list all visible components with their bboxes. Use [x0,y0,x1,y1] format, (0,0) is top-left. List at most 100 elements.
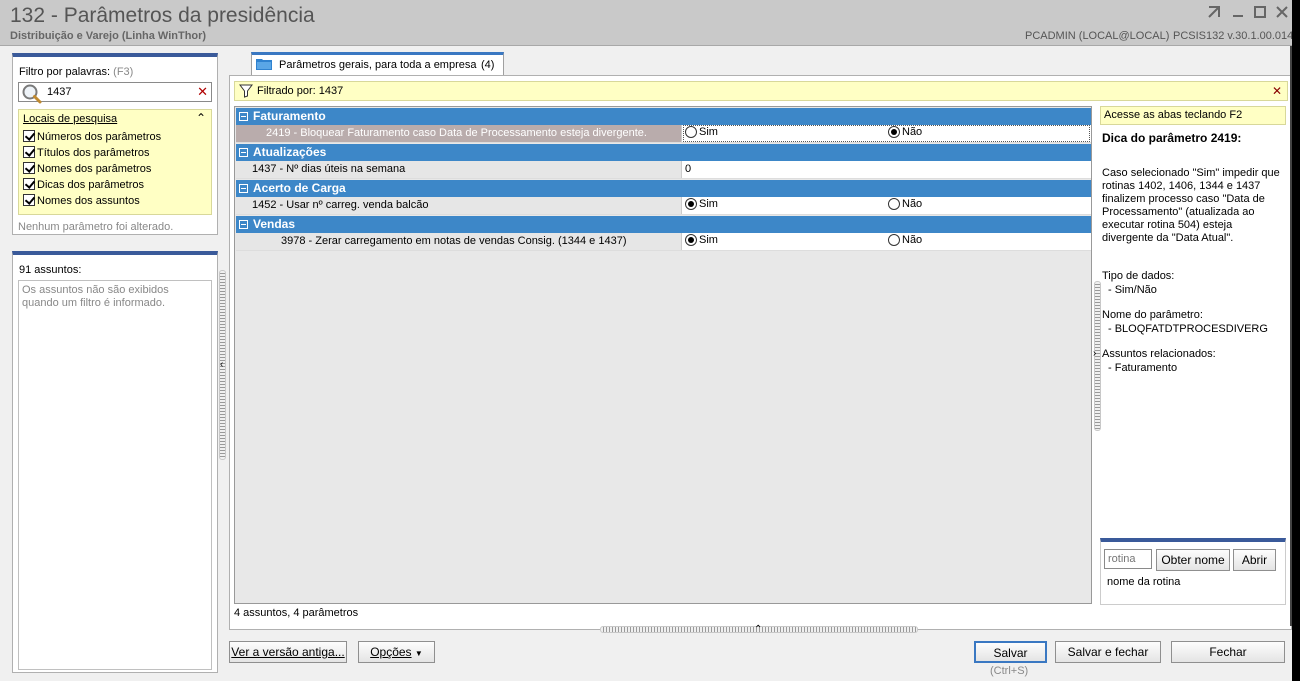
maximize-icon[interactable] [1252,5,1268,21]
collapse-group-icon[interactable] [239,112,248,121]
option-param-titles[interactable]: Títulos dos parâmetros [23,146,150,160]
group-atualizacoes[interactable]: Atualizações [236,144,1091,161]
folder-icon [256,59,272,70]
collapse-up-icon[interactable]: ⌃ [754,624,762,635]
help-title: Dica do parâmetro 2419: [1102,131,1242,145]
checkbox-checked-icon[interactable] [23,130,35,142]
param-label: 3978 - Zerar carregamento em notas de ve… [236,233,682,250]
clear-search-icon[interactable]: ✕ [197,84,208,100]
help-panel: Acesse as abas teclando F2 Dica do parâm… [1100,106,1286,604]
related-subjects-label: Assuntos relacionados: [1102,348,1216,360]
related-subjects-value[interactable]: - Faturamento [1108,362,1177,374]
subjects-count: 91 assuntos: [19,264,82,276]
app-title: 132 - Parâmetros da presidência [10,4,315,27]
version-info: PCSIS132 v.30.1.00.014 [1173,30,1294,42]
user-info: PCADMIN (LOCAL@LOCAL) [1025,30,1170,42]
option-param-names[interactable]: Nomes dos parâmetros [23,162,151,176]
subjects-note: Os assuntos não são exibidos quando um f… [22,284,169,309]
search-input[interactable] [47,85,187,99]
option-param-tips[interactable]: Dicas dos parâmetros [23,178,144,192]
tab-label: Parâmetros gerais, para toda a empresa [279,59,477,71]
selection-focus [683,125,1090,142]
radio-checked-icon[interactable] [685,234,697,246]
options-button[interactable]: Opções ▼ [358,641,435,663]
radio-sim[interactable]: Sim [685,234,718,248]
tab-count: (4) [481,59,495,71]
group-vendas[interactable]: Vendas [236,216,1091,233]
tab-general-params[interactable]: Parâmetros gerais, para toda a empresa (… [251,52,504,76]
radio-nao[interactable]: Não [888,234,922,248]
option-subject-names[interactable]: Nomes dos assuntos [23,194,140,208]
params-content: Filtrado por: 1437 ✕ Faturamento 2419 - … [229,75,1292,630]
option-param-numbers[interactable]: Números dos parâmetros [23,130,161,144]
param-name-label: Nome do parâmetro: [1102,309,1203,321]
filter-label: Filtro por palavras: (F3) [19,66,133,78]
group-faturamento[interactable]: Faturamento [236,108,1091,125]
param-label: 2419 - Bloquear Faturamento caso Data de… [236,125,682,142]
open-button[interactable]: Abrir [1233,549,1276,571]
clear-filter-icon[interactable]: ✕ [1272,84,1282,98]
no-change-status: Nenhum parâmetro foi alterado. [18,221,174,233]
search-locations-title[interactable]: Locais de pesquisa [23,113,117,125]
radio-sim[interactable]: Sim [685,198,718,212]
params-grid: Faturamento 2419 - Bloquear Faturamento … [234,106,1092,604]
close-icon[interactable] [1274,5,1290,21]
param-row-2419[interactable]: 2419 - Bloquear Faturamento caso Data de… [236,125,1091,143]
screen-edge [1292,0,1300,681]
param-row-3978[interactable]: 3978 - Zerar carregamento em notas de ve… [236,233,1091,251]
help-description: Caso selecionado "Sim" impedir que rotin… [1102,167,1280,244]
group-acerto-de-carga[interactable]: Acerto de Carga [236,180,1091,197]
checkbox-checked-icon[interactable] [23,178,35,190]
minimize-icon[interactable] [1230,5,1246,21]
checkbox-checked-icon[interactable] [23,162,35,174]
subjects-list[interactable]: Os assuntos não são exibidos quando um f… [18,280,212,670]
subjects-panel: 91 assuntos: Os assuntos não são exibido… [12,251,218,673]
collapse-group-icon[interactable] [239,184,248,193]
app-window: 132 - Parâmetros da presidência Distribu… [0,0,1294,681]
save-close-button[interactable]: Salvar e fechar [1055,641,1161,663]
rotina-caption: nome da rotina [1107,576,1181,588]
help-banner: Acesse as abas teclando F2 [1100,106,1286,125]
radio-sim[interactable]: Sim [685,126,718,140]
radio-unchecked-icon[interactable] [888,234,900,246]
param-row-1437[interactable]: 1437 - Nº dias úteis na semana 0 [236,161,1091,179]
filter-panel: Filtro por palavras: (F3) ✕ Locais de pe… [12,53,218,235]
funnel-icon [239,84,253,98]
save-shortcut-hint: (Ctrl+S) [990,665,1029,677]
param-row-1452[interactable]: 1452 - Usar nº carreg. venda balcão Sim … [236,197,1091,215]
customize-icon[interactable] [1206,5,1222,21]
radio-unchecked-icon[interactable] [888,198,900,210]
expand-right-icon[interactable]: › [1093,348,1096,359]
get-name-button[interactable]: Obter nome [1156,549,1230,571]
save-button[interactable]: Salvar [974,641,1047,663]
old-version-button[interactable]: Ver a versão antiga... [229,641,347,663]
filter-banner: Filtrado por: 1437 ✕ [234,81,1288,101]
grid-status: 4 assuntos, 4 parâmetros [234,607,359,619]
rotina-input[interactable] [1104,549,1152,569]
close-button[interactable]: Fechar [1171,641,1285,663]
checkbox-checked-icon[interactable] [23,146,35,158]
search-locations-box: Locais de pesquisa ⌃ Números dos parâmet… [18,109,212,215]
collapse-up-icon[interactable]: ⌃ [196,111,206,125]
rotina-panel: Obter nome Abrir nome da rotina [1100,538,1286,605]
filter-label-text: Filtro por palavras: [19,66,111,78]
collapse-group-icon[interactable] [239,148,248,157]
filter-shortcut: (F3) [113,66,134,78]
collapse-left-icon[interactable]: ‹ [220,359,223,370]
collapse-group-icon[interactable] [239,220,248,229]
checkbox-checked-icon[interactable] [23,194,35,206]
search-box[interactable]: ✕ [18,82,212,104]
param-value[interactable]: 0 [685,163,691,175]
radio-checked-icon[interactable] [888,126,900,138]
data-type-value: - Sim/Não [1108,284,1157,296]
dropdown-arrow-icon: ▼ [414,649,423,658]
radio-nao[interactable]: Não [888,198,922,212]
filter-banner-text: Filtrado por: 1437 [257,85,344,97]
param-name-value: - BLOQFATDTPROCESDIVERG [1108,323,1268,335]
radio-unchecked-icon[interactable] [685,126,697,138]
radio-checked-icon[interactable] [685,198,697,210]
app-subtitle: Distribuição e Varejo (Linha WinThor) [10,30,207,42]
search-icon [22,84,42,104]
radio-nao[interactable]: Não [888,126,922,140]
param-label: 1437 - Nº dias úteis na semana [236,161,682,178]
